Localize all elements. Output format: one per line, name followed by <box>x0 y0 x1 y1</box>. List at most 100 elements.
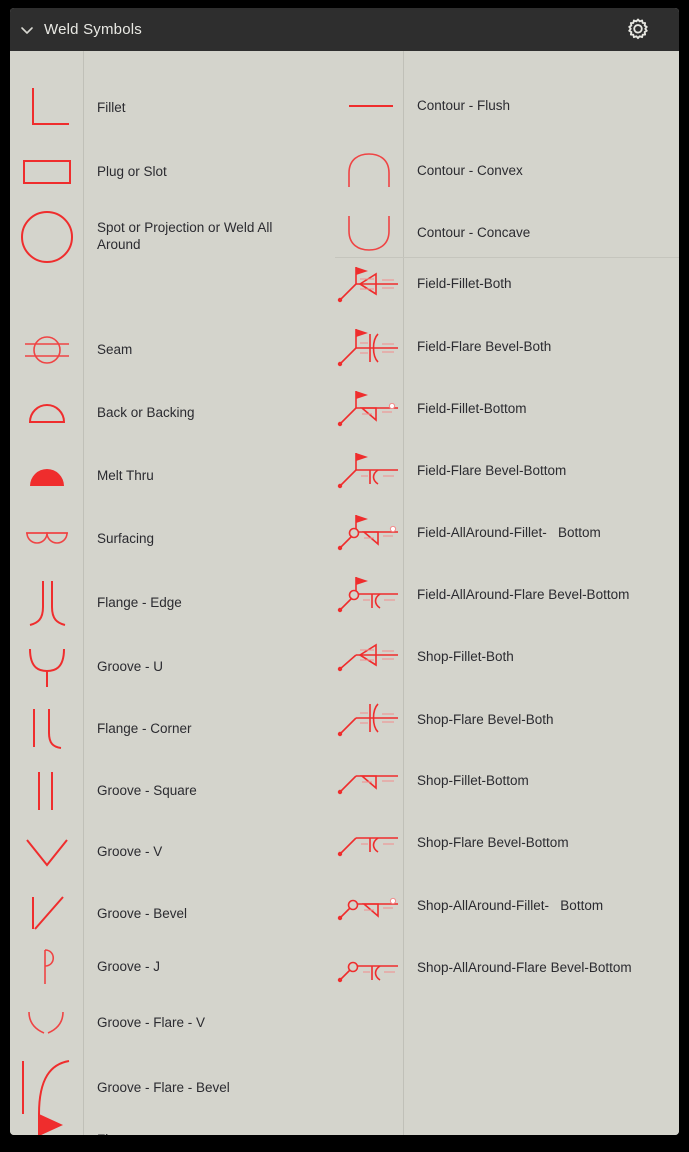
symbol-label: Groove - Square <box>97 782 197 798</box>
fillet-symbol <box>10 79 83 137</box>
field-flare-bevel-bottom-symbol <box>335 449 403 493</box>
back-or-backing-symbol <box>10 391 83 435</box>
window-titlebar: Weld Symbols <box>10 8 679 51</box>
left-symbol-column: Fillet Plug or Slot Spot or Projection o… <box>10 51 335 1135</box>
contour-concave-symbol <box>335 209 403 257</box>
symbol-row-surfacing[interactable]: Surfacing <box>10 517 154 561</box>
melt-thru-symbol <box>10 454 83 498</box>
groove-bevel-symbol <box>10 889 83 939</box>
symbol-row-shop-flare-bevel-both[interactable]: Shop-Flare Bevel-Both <box>335 697 554 743</box>
symbol-row-groove-square[interactable]: Groove - Square <box>10 765 197 817</box>
symbol-label: Field-Flare Bevel-Both <box>417 338 552 354</box>
symbol-row-plug-or-slot[interactable]: Plug or Slot <box>10 143 167 201</box>
groove-j-symbol <box>10 943 83 991</box>
weld-symbols-window: Weld Symbols Fillet Plug or Slot Spot or… <box>10 8 679 1135</box>
symbol-label: Shop-Flare Bevel-Bottom <box>417 834 569 850</box>
surfacing-symbol <box>10 517 83 561</box>
symbol-label: Field-Fillet-Both <box>417 275 512 291</box>
shop-allaround-flare-bevel-bottom-symbol <box>335 947 403 989</box>
symbol-label: Back or Backing <box>97 404 195 420</box>
symbol-label: Flange - Corner <box>97 720 192 736</box>
symbol-row-fillet[interactable]: Fillet <box>10 79 126 137</box>
symbol-label: Plug or Slot <box>97 163 167 179</box>
symbol-row-flange-edge[interactable]: Flange - Edge <box>10 573 182 633</box>
symbol-label: Field-AllAround-Flare Bevel-Bottom <box>417 586 630 602</box>
right-column-section-separator <box>335 257 679 258</box>
symbol-label: Melt Thru <box>97 467 154 483</box>
symbol-label: Groove - Bevel <box>97 905 188 921</box>
shop-flare-bevel-both-symbol <box>335 697 403 743</box>
symbol-label: Contour - Concave <box>417 224 531 240</box>
symbol-label: Groove - V <box>97 843 163 859</box>
symbol-row-shop-allaround-flare-bevel-bottom[interactable]: Shop-AllAround-Flare Bevel-Bottom <box>335 947 632 989</box>
chevron-down-icon[interactable] <box>10 8 44 51</box>
symbol-label: Field-AllAround-Fillet- Bottom <box>417 524 601 540</box>
flag-symbol <box>10 1111 83 1135</box>
symbol-row-melt-thru[interactable]: Melt Thru <box>10 454 154 498</box>
symbol-row-contour-flush[interactable]: Contour - Flush <box>335 89 510 123</box>
symbol-label: Contour - Flush <box>417 97 511 113</box>
symbol-row-flag[interactable]: Flag <box>10 1111 123 1135</box>
groove-flare-v-symbol <box>10 999 83 1047</box>
symbol-row-groove-u[interactable]: Groove - U <box>10 639 163 695</box>
symbol-label: Shop-Flare Bevel-Both <box>417 711 554 727</box>
symbol-row-groove-j[interactable]: Groove - J <box>10 943 160 991</box>
shop-allaround-fillet-bottom-symbol <box>335 885 403 927</box>
symbol-row-groove-v[interactable]: Groove - V <box>10 829 162 875</box>
field-allaround-flare-bevel-bottom-symbol <box>335 573 403 617</box>
symbol-row-back-or-backing[interactable]: Back or Backing <box>10 391 195 435</box>
symbol-row-field-fillet-bottom[interactable]: Field-Fillet-Bottom <box>335 387 527 431</box>
shop-flare-bevel-bottom-symbol <box>335 823 403 863</box>
symbol-row-shop-allaround-fillet-bottom[interactable]: Shop-AllAround-Fillet- Bottom <box>335 885 603 927</box>
gear-icon[interactable] <box>625 17 651 43</box>
groove-square-symbol <box>10 765 83 817</box>
symbol-label: Groove - J <box>97 958 161 974</box>
groove-v-symbol <box>10 829 83 875</box>
contour-flush-symbol <box>335 89 403 123</box>
symbol-label: Groove - U <box>97 658 164 674</box>
right-symbol-column: Contour - Flush Contour - Convex Contour… <box>335 51 679 1135</box>
symbol-row-groove-bevel[interactable]: Groove - Bevel <box>10 889 187 939</box>
page-title: Weld Symbols <box>44 21 142 38</box>
seam-symbol <box>10 327 83 373</box>
symbol-row-flange-corner[interactable]: Flange - Corner <box>10 701 192 757</box>
groove-u-symbol <box>10 639 83 695</box>
symbol-label: Seam <box>97 341 133 357</box>
field-flare-bevel-both-symbol <box>335 323 403 371</box>
symbol-label: Field-Fillet-Bottom <box>417 400 527 416</box>
symbol-label: Groove - Flare - V <box>97 1014 206 1030</box>
field-fillet-both-symbol <box>335 261 403 307</box>
symbol-row-seam[interactable]: Seam <box>10 327 132 373</box>
symbol-label: Shop-Fillet-Both <box>417 648 514 664</box>
field-allaround-fillet-bottom-symbol <box>335 511 403 555</box>
symbol-label: Flange - Edge <box>97 594 182 610</box>
symbol-row-field-fillet-both[interactable]: Field-Fillet-Both <box>335 261 512 307</box>
symbol-label: Spot or Projection or Weld All Around <box>97 220 273 252</box>
symbol-label: Fillet <box>97 99 126 115</box>
field-fillet-bottom-symbol <box>335 387 403 431</box>
symbol-row-field-flare-bevel-bottom[interactable]: Field-Flare Bevel-Bottom <box>335 449 566 493</box>
symbol-label: Shop-AllAround-Flare Bevel-Bottom <box>417 959 632 975</box>
symbol-label: Groove - Flare - Bevel <box>97 1079 230 1095</box>
symbol-row-field-allaround-fillet-bottom[interactable]: Field-AllAround-Fillet- Bottom <box>335 511 601 555</box>
symbol-row-shop-fillet-bottom[interactable]: Shop-Fillet-Bottom <box>335 761 529 801</box>
symbol-row-contour-convex[interactable]: Contour - Convex <box>335 147 523 195</box>
flange-corner-symbol <box>10 701 83 757</box>
plug-or-slot-symbol <box>10 143 83 201</box>
shop-fillet-both-symbol <box>335 635 403 679</box>
symbol-row-field-allaround-flare-bevel-bottom[interactable]: Field-AllAround-Flare Bevel-Bottom <box>335 573 629 617</box>
symbol-row-groove-flare-v[interactable]: Groove - Flare - V <box>10 999 205 1047</box>
symbols-panel: Fillet Plug or Slot Spot or Projection o… <box>10 51 679 1135</box>
symbol-label: Shop-AllAround-Fillet- Bottom <box>417 897 604 913</box>
symbol-row-contour-concave[interactable]: Contour - Concave <box>335 209 530 257</box>
symbol-row-field-flare-bevel-both[interactable]: Field-Flare Bevel-Both <box>335 323 551 371</box>
spot-projection-symbol <box>10 203 83 271</box>
symbol-label: Flag <box>97 1132 123 1135</box>
symbol-row-shop-flare-bevel-bottom[interactable]: Shop-Flare Bevel-Bottom <box>335 823 569 863</box>
symbol-row-spot-or-projection[interactable]: Spot or Projection or Weld All Around <box>10 203 272 271</box>
flange-edge-symbol <box>10 573 83 633</box>
symbol-label: Surfacing <box>97 530 155 546</box>
symbol-row-shop-fillet-both[interactable]: Shop-Fillet-Both <box>335 635 514 679</box>
symbol-label: Shop-Fillet-Bottom <box>417 772 529 788</box>
symbol-label: Field-Flare Bevel-Bottom <box>417 462 567 478</box>
